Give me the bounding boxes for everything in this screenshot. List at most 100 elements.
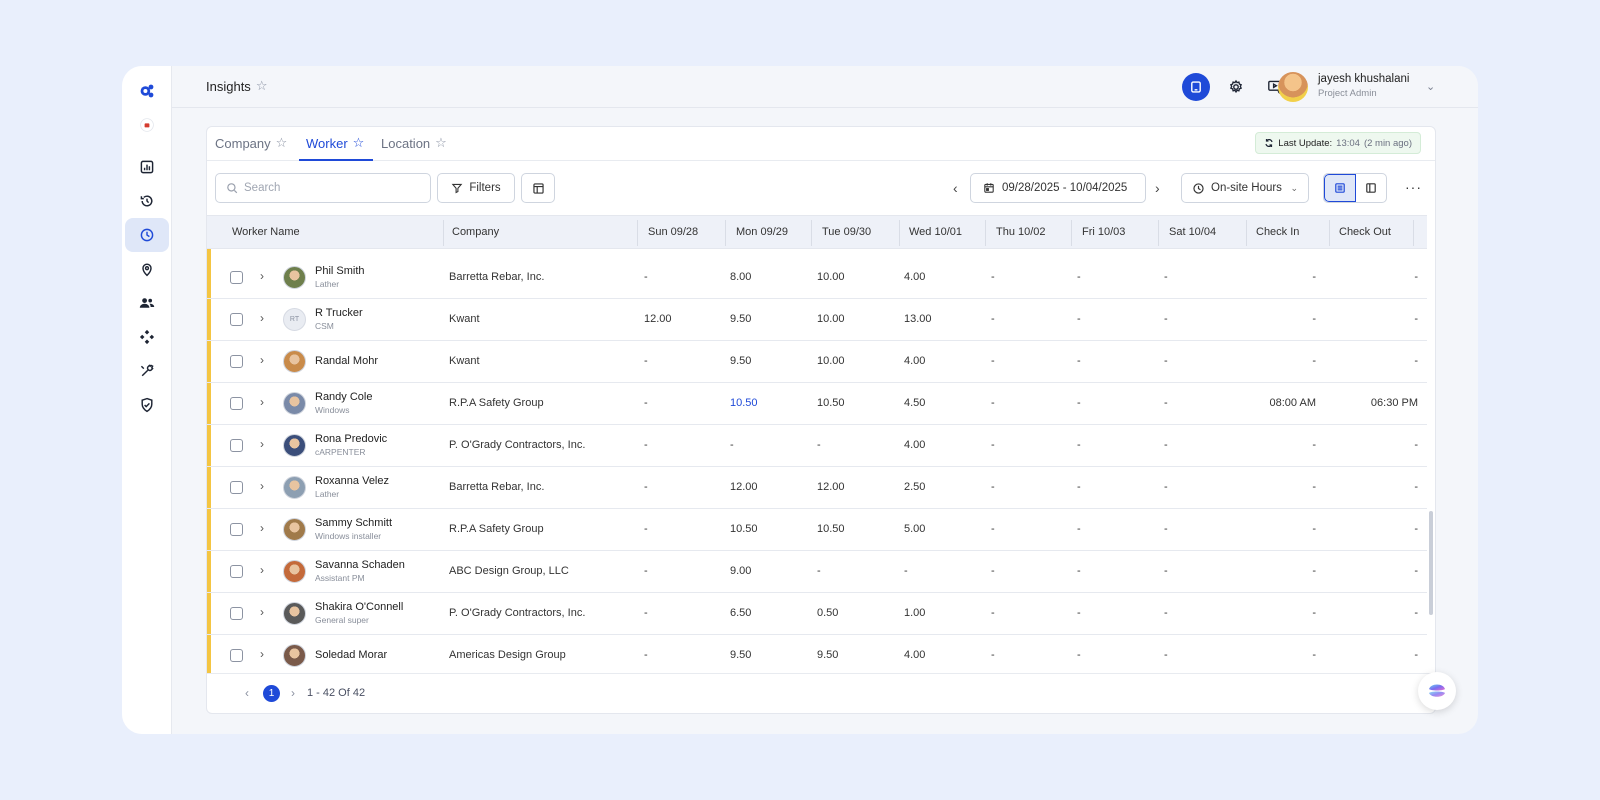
split-view-button[interactable]: [1356, 174, 1386, 202]
location-pin-icon[interactable]: [125, 252, 169, 286]
dashboard-chart-icon[interactable]: [125, 150, 169, 184]
date-range-picker[interactable]: 09/28/2025 - 10/04/2025: [970, 173, 1146, 203]
row-checkbox[interactable]: [230, 649, 243, 662]
row-checkbox[interactable]: [230, 565, 243, 578]
row-checkbox[interactable]: [230, 481, 243, 494]
worker-name[interactable]: Phil Smith: [315, 265, 365, 277]
search-input[interactable]: Search: [215, 173, 431, 203]
list-view-button[interactable]: [1324, 174, 1356, 202]
star-icon[interactable]: ☆: [276, 135, 288, 151]
table-row[interactable]: › Randal Mohr Kwant - 9.50 10.00 4.00 - - - - -: [207, 341, 1427, 383]
table-row[interactable]: › Phil Smith Lather Barretta Rebar, Inc. - 8.…: [207, 257, 1427, 299]
row-checkbox[interactable]: [230, 523, 243, 536]
column-header[interactable]: Tue 09/30: [822, 226, 871, 238]
more-options-icon[interactable]: ···: [1405, 179, 1422, 195]
table-row[interactable]: › Sammy Schmitt Windows installer R.P.A Saf…: [207, 509, 1427, 551]
history-icon[interactable]: [125, 184, 169, 218]
column-header[interactable]: Check In: [1256, 226, 1299, 238]
expand-chevron-icon[interactable]: ›: [260, 311, 264, 325]
expand-chevron-icon[interactable]: ›: [260, 647, 264, 661]
table-row[interactable]: › RT R Trucker CSM Kwant 12.00 9.50 10.00 13.00 -…: [207, 299, 1427, 341]
prev-page-button[interactable]: ‹: [245, 686, 249, 700]
table-row[interactable]: › Rona Predovic cARPENTER P. O'Grady Contra…: [207, 425, 1427, 467]
star-icon[interactable]: ☆: [435, 135, 447, 151]
day-hours[interactable]: 10.50: [730, 397, 758, 409]
expand-chevron-icon[interactable]: ›: [260, 353, 264, 367]
refresh-icon[interactable]: [1264, 138, 1274, 148]
check-out: -: [1414, 523, 1418, 535]
chevron-down-icon: ⌄: [1290, 182, 1298, 193]
expand-chevron-icon[interactable]: ›: [260, 605, 264, 619]
table-row[interactable]: › Shakira O'Connell General super P. O'Grad…: [207, 593, 1427, 635]
tablet-icon[interactable]: [1182, 73, 1210, 101]
worker-name[interactable]: R Trucker: [315, 307, 363, 319]
expand-chevron-icon[interactable]: ›: [260, 395, 264, 409]
expand-chevron-icon[interactable]: ›: [260, 269, 264, 283]
row-checkbox[interactable]: [230, 397, 243, 410]
worker-name[interactable]: Sammy Schmitt: [315, 517, 392, 529]
worker-name[interactable]: Savanna Schaden: [315, 559, 405, 571]
column-header[interactable]: Company: [452, 226, 499, 238]
puzzle-icon[interactable]: [125, 320, 169, 354]
row-checkbox[interactable]: [230, 313, 243, 326]
chevron-down-icon[interactable]: ⌄: [1426, 80, 1435, 93]
column-header[interactable]: Fri 10/03: [1082, 226, 1125, 238]
next-week-button[interactable]: ›: [1155, 180, 1160, 196]
metric-select[interactable]: On-site Hours ⌄: [1181, 173, 1309, 203]
table-row[interactable]: › Savanna Schaden Assistant PM ABC Design G…: [207, 551, 1427, 593]
expand-chevron-icon[interactable]: ›: [260, 479, 264, 493]
users-icon[interactable]: [125, 286, 169, 320]
favorite-star-icon[interactable]: ☆: [256, 78, 268, 94]
tab-location[interactable]: Location ☆: [381, 135, 447, 151]
top-bar: Insights ☆ jayesh khushalani Project Adm…: [172, 66, 1478, 108]
page-number[interactable]: 1: [263, 685, 280, 702]
tab-worker[interactable]: Worker ☆: [306, 135, 364, 151]
worker-name[interactable]: Roxanna Velez: [315, 475, 389, 487]
expand-chevron-icon[interactable]: ›: [260, 521, 264, 535]
day-hours: 4.00: [904, 355, 926, 367]
scrollbar-thumb[interactable]: [1429, 511, 1433, 615]
column-header[interactable]: Sun 09/28: [648, 226, 698, 238]
row-checkbox[interactable]: [230, 271, 243, 284]
user-avatar[interactable]: [1278, 72, 1308, 102]
row-checkbox[interactable]: [230, 439, 243, 452]
table-row[interactable]: › Soledad Morar Americas Design Group - 9.50…: [207, 635, 1427, 673]
column-header[interactable]: Thu 10/02: [996, 226, 1046, 238]
column-header[interactable]: Mon 09/29: [736, 226, 788, 238]
logo-icon[interactable]: [125, 74, 169, 108]
worker-name[interactable]: Soledad Morar: [315, 649, 387, 661]
filters-button[interactable]: Filters: [437, 173, 515, 203]
column-header[interactable]: Check Out: [1339, 226, 1391, 238]
column-header[interactable]: Sat 10/04: [1169, 226, 1216, 238]
table-row[interactable]: › Roxanna Velez Lather Barretta Rebar, Inc.…: [207, 467, 1427, 509]
columns-button[interactable]: [521, 173, 555, 203]
app-window: Insights ☆ jayesh khushalani Project Adm…: [122, 66, 1478, 734]
row-checkbox[interactable]: [230, 355, 243, 368]
worker-name[interactable]: Randy Cole: [315, 391, 372, 403]
star-icon[interactable]: ☆: [353, 135, 365, 151]
expand-chevron-icon[interactable]: ›: [260, 563, 264, 577]
worker-role: Lather: [315, 489, 340, 499]
row-checkbox[interactable]: [230, 607, 243, 620]
company-name: R.P.A Safety Group: [449, 523, 544, 535]
tools-icon[interactable]: [125, 354, 169, 388]
day-hours: -: [1164, 565, 1168, 577]
user-info[interactable]: jayesh khushalani Project Admin: [1318, 73, 1409, 99]
worker-name[interactable]: Rona Predovic: [315, 433, 387, 445]
worker-name[interactable]: Shakira O'Connell: [315, 601, 403, 613]
column-header[interactable]: Wed 10/01: [909, 226, 962, 238]
expand-chevron-icon[interactable]: ›: [260, 437, 264, 451]
table-row[interactable]: › Randy Cole Windows R.P.A Safety Group - 10.…: [207, 383, 1427, 425]
shield-check-icon[interactable]: [125, 388, 169, 422]
gear-icon[interactable]: [1222, 73, 1250, 101]
next-page-button[interactable]: ›: [291, 686, 295, 700]
column-header[interactable]: Worker Name: [232, 226, 300, 238]
tab-company[interactable]: Company ☆: [215, 135, 287, 151]
previous-week-button[interactable]: ‹: [953, 180, 958, 196]
assistant-button[interactable]: [1418, 672, 1456, 710]
check-in: -: [1312, 355, 1316, 367]
project-badge-icon[interactable]: [125, 108, 169, 142]
worker-name[interactable]: Randal Mohr: [315, 355, 378, 367]
row-marker: [207, 551, 211, 592]
clock-icon[interactable]: [125, 218, 169, 252]
